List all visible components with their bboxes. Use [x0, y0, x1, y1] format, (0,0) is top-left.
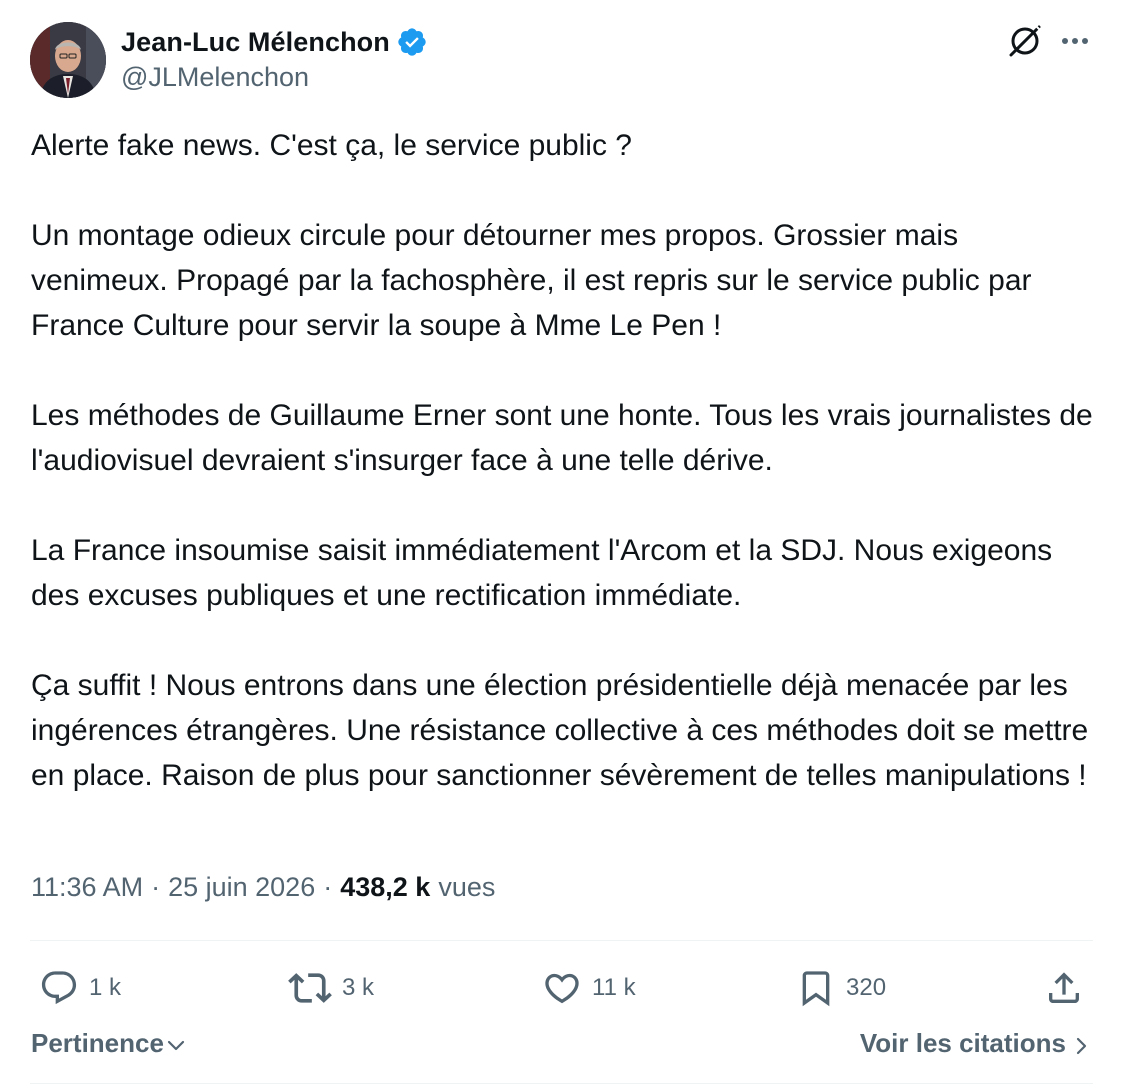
- tweet-paragraph: La France insoumise saisit immédiatement…: [31, 534, 1053, 612]
- tweet-container: Jean-Luc Mélenchon @JLMelenchon Alerte f…: [0, 0, 1123, 1085]
- reply-icon: [41, 971, 77, 1005]
- heart-icon: [545, 973, 579, 1004]
- views-label: vues: [438, 872, 496, 902]
- views-count[interactable]: 438,2 k: [340, 872, 430, 903]
- divider: [30, 1083, 1093, 1084]
- tweet-text: Alerte fake news. C'est ça, le service p…: [31, 123, 1099, 798]
- author-handle[interactable]: @JLMelenchon: [121, 62, 309, 93]
- sort-dropdown[interactable]: Pertinence: [31, 1028, 186, 1059]
- profile-photo-icon: [30, 22, 106, 98]
- reply-button[interactable]: 1 k: [39, 966, 121, 1010]
- sort-label: Pertinence: [31, 1028, 164, 1058]
- tweet-meta: 11:36 AM · 25 juin 2026 · 438,2 k vues: [31, 872, 495, 903]
- like-count: 11 k: [592, 974, 636, 1001]
- like-button[interactable]: 11 k: [542, 966, 636, 1010]
- avatar[interactable]: [30, 22, 106, 98]
- retweet-count: 3 k: [342, 974, 375, 1001]
- retweet-icon: [288, 973, 332, 1003]
- meta-separator: ·: [323, 872, 333, 902]
- chevron-down-icon: [167, 1040, 185, 1050]
- tweet-paragraph: Ça suffit ! Nous entrons dans une électi…: [31, 669, 1089, 792]
- share-button[interactable]: [1044, 966, 1084, 1010]
- tweet-paragraph: Un montage odieux circule pour détourner…: [31, 219, 1032, 342]
- bookmark-icon: [802, 971, 830, 1007]
- view-quotes-link[interactable]: Voir les citations: [860, 1028, 1088, 1059]
- tweet-time[interactable]: 11:36 AM: [31, 872, 143, 903]
- tweet-paragraph: Alerte fake news. C'est ça, le service p…: [31, 129, 632, 162]
- verified-badge-icon[interactable]: [396, 26, 428, 58]
- author-display-name[interactable]: Jean-Luc Mélenchon: [121, 27, 390, 58]
- tweet-paragraph: Les méthodes de Guillaume Erner sont une…: [31, 399, 1093, 477]
- more-options-icon[interactable]: [1058, 28, 1094, 54]
- bookmark-count: 320: [846, 974, 887, 1001]
- divider: [30, 940, 1093, 941]
- reply-count: 1 k: [89, 974, 122, 1001]
- chevron-right-icon: [1076, 1037, 1087, 1054]
- meta-separator: ·: [151, 872, 161, 902]
- bookmark-button[interactable]: 320: [796, 966, 886, 1010]
- retweet-button[interactable]: 3 k: [288, 966, 374, 1010]
- grok-icon[interactable]: [1006, 22, 1044, 60]
- view-quotes-label: Voir les citations: [859, 1028, 1066, 1058]
- tweet-date[interactable]: 25 juin 2026: [168, 872, 315, 903]
- share-icon: [1049, 972, 1079, 1003]
- author-name-row[interactable]: Jean-Luc Mélenchon: [121, 24, 428, 60]
